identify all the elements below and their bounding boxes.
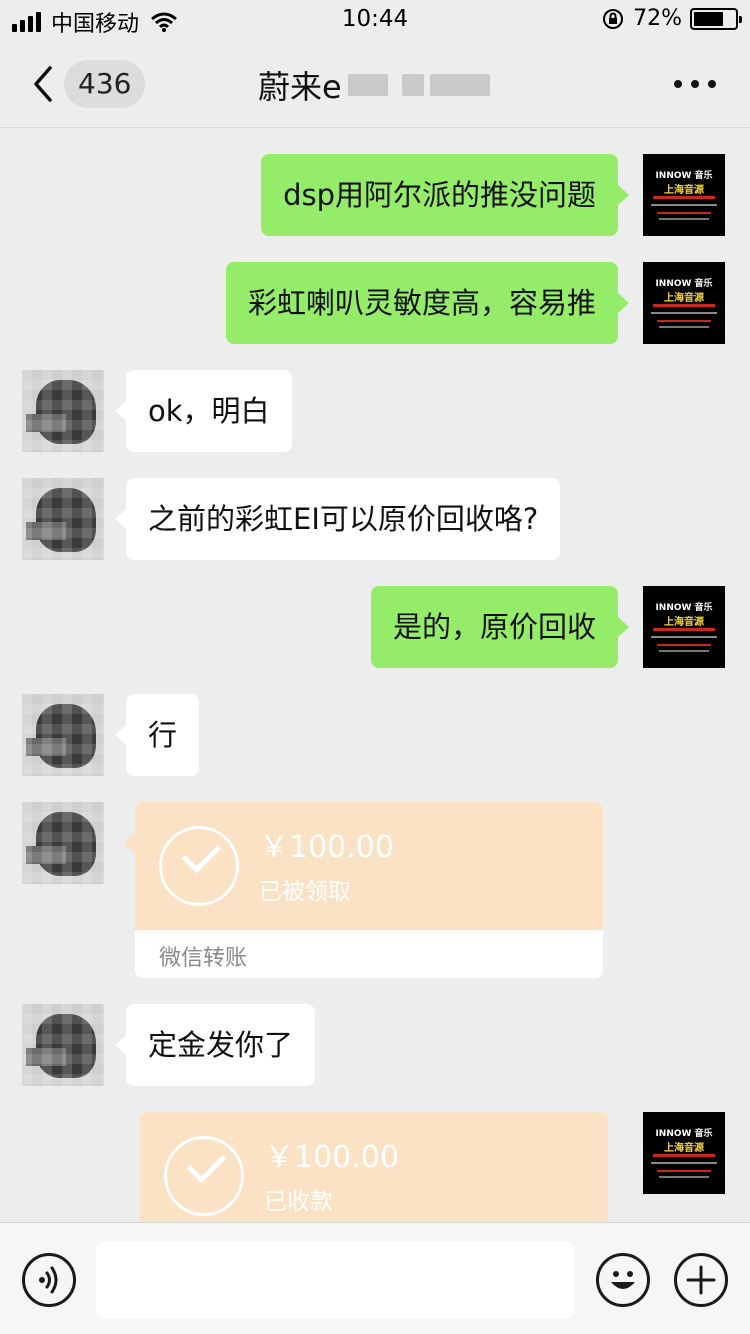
avatar-logo: INNOW 音乐 上海音源 <box>643 1112 725 1194</box>
message-bubble-received[interactable]: 之前的彩虹EI可以原价回收咯? <box>114 478 561 560</box>
redacted-name <box>347 74 388 96</box>
more-options-icon[interactable] <box>674 80 716 88</box>
message-bubble-sent[interactable]: dsp用阿尔派的推没问题 <box>261 154 629 236</box>
check-icon <box>164 1136 244 1216</box>
avatar-logo: INNOW 音乐 上海音源 <box>643 586 725 668</box>
my-avatar[interactable]: INNOW 音乐 上海音源 <box>643 586 725 668</box>
battery-icon <box>690 7 742 30</box>
message-bubble-sent[interactable]: 是的，原价回收 <box>370 586 630 668</box>
message-input[interactable] <box>96 1241 574 1319</box>
status-right: 72% <box>601 6 742 31</box>
chat-title: 蔚来e <box>258 62 490 108</box>
status-bar: 中国移动 10:44 72% <box>0 0 750 40</box>
battery-fill <box>694 11 723 26</box>
transfer-card-header: ￥100.00 已收款 <box>140 1112 608 1222</box>
contact-avatar[interactable] <box>22 370 104 452</box>
transfer-card[interactable]: ￥100.00 已被领取 微信转账 <box>124 802 603 978</box>
chat-header: 436 蔚来e <box>0 40 750 128</box>
avatar-logo: INNOW 音乐 上海音源 <box>643 154 725 236</box>
my-avatar[interactable]: INNOW 音乐 上海音源 <box>643 154 725 236</box>
voice-icon <box>39 1266 58 1294</box>
back-icon[interactable] <box>26 62 62 106</box>
message-list[interactable]: dsp用阿尔派的推没问题 INNOW 音乐 上海音源 彩虹喇叭灵敏度高，容易推 I… <box>0 130 750 1222</box>
emoji-button[interactable] <box>596 1253 650 1307</box>
contact-avatar[interactable] <box>22 1004 104 1086</box>
battery-percent: 72% <box>633 6 682 31</box>
plus-icon <box>686 1265 716 1295</box>
transfer-status: 已收款 <box>264 1189 333 1215</box>
transfer-footer: 微信转账 <box>159 946 248 971</box>
message-bubble-received[interactable]: 定金发你了 <box>114 1004 316 1086</box>
message-bubble-received[interactable]: ok，明白 <box>115 370 292 452</box>
chat-title-text: 蔚来e <box>258 68 342 106</box>
check-icon <box>159 826 239 906</box>
rotation-lock-icon <box>603 8 624 29</box>
message-bubble-received[interactable]: 行 <box>114 694 200 776</box>
unread-count-badge[interactable]: 436 <box>64 60 146 108</box>
emoji-icon <box>611 1271 635 1289</box>
transfer-status: 已被领取 <box>259 879 351 905</box>
contact-avatar[interactable] <box>22 694 104 776</box>
voice-button[interactable] <box>22 1253 76 1307</box>
contact-avatar[interactable] <box>22 478 104 560</box>
contact-avatar[interactable] <box>22 802 104 884</box>
my-avatar[interactable]: INNOW 音乐 上海音源 <box>643 1112 725 1194</box>
avatar-logo: INNOW 音乐 上海音源 <box>643 262 725 344</box>
input-bar <box>0 1222 750 1334</box>
transfer-amount: ￥100.00 <box>259 830 394 865</box>
more-functions-button[interactable] <box>674 1253 728 1307</box>
transfer-card-header: ￥100.00 已被领取 <box>135 802 603 930</box>
redacted-name-2 <box>401 74 424 96</box>
redacted-name-3 <box>429 74 490 96</box>
my-avatar[interactable]: INNOW 音乐 上海音源 <box>643 262 725 344</box>
transfer-amount: ￥100.00 <box>264 1140 399 1175</box>
transfer-card[interactable]: ￥100.00 已收款 <box>140 1112 608 1222</box>
message-bubble-sent[interactable]: 彩虹喇叭灵敏度高，容易推 <box>225 262 630 344</box>
